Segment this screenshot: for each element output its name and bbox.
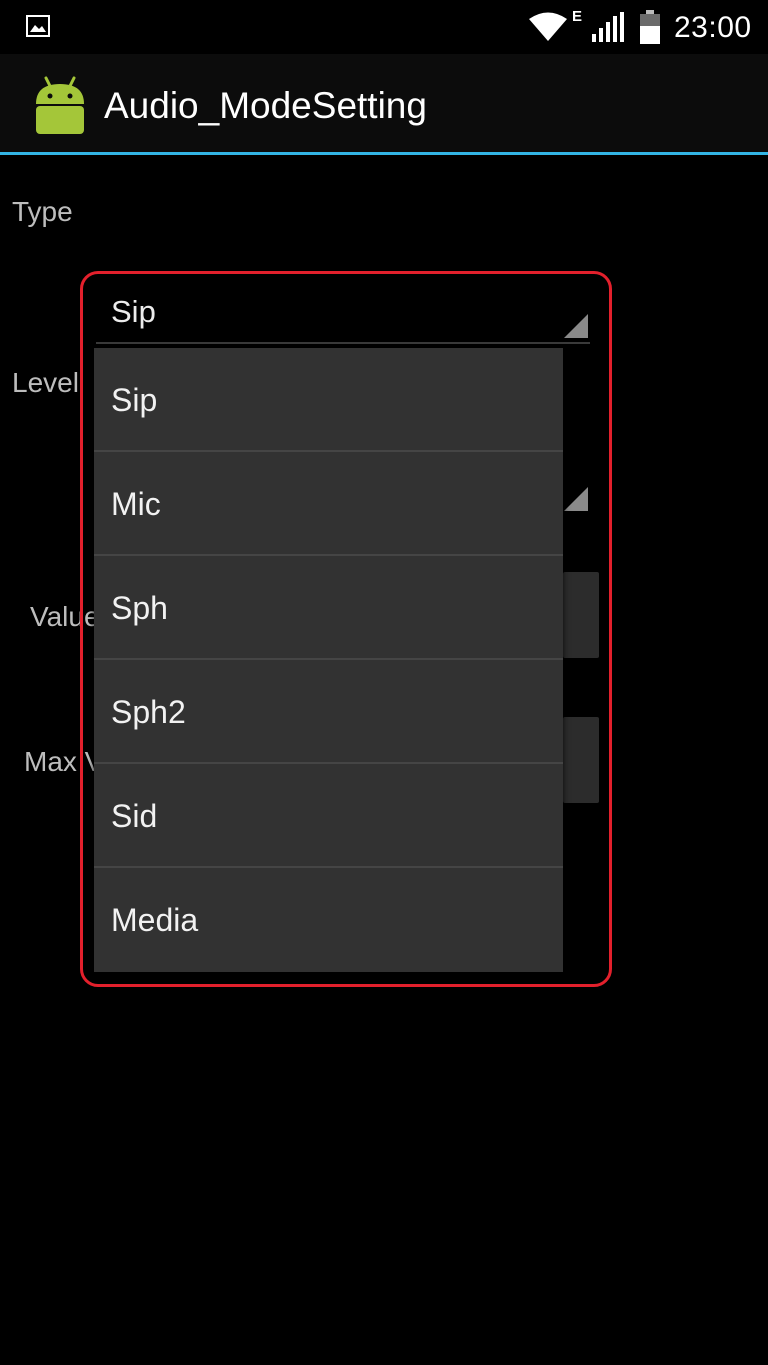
action-bar-divider — [0, 152, 768, 155]
type-label: Type — [12, 196, 73, 227]
image-icon — [26, 15, 50, 37]
battery-icon — [640, 10, 660, 44]
status-time: 23:00 — [674, 11, 752, 44]
level-label: Level — [12, 367, 79, 398]
app-title: Audio_ModeSetting — [104, 85, 427, 126]
status-bar: E 23:00 — [0, 0, 768, 54]
wifi-icon — [529, 12, 567, 41]
action-bar: Audio_ModeSetting — [0, 54, 768, 154]
network-type-label: E — [572, 8, 583, 25]
highlight-box — [80, 271, 612, 987]
android-icon[interactable] — [28, 74, 92, 138]
signal-icon — [592, 12, 624, 42]
